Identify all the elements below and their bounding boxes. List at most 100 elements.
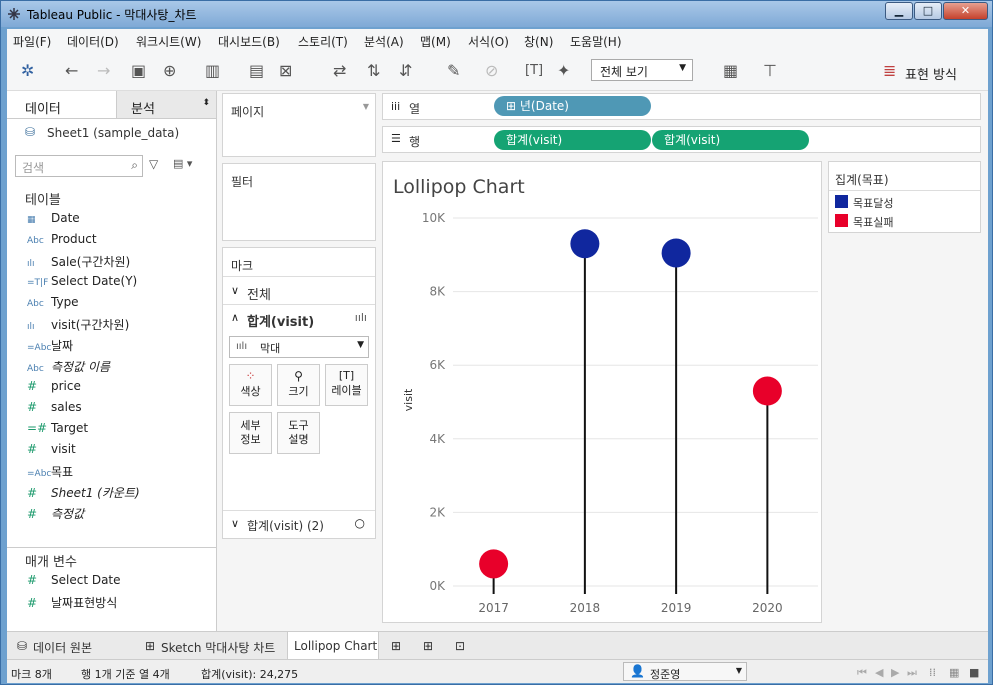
menu-worksheet[interactable]: 워크시트(W) — [136, 33, 201, 50]
legend-item-label[interactable]: 목표실패 — [853, 214, 893, 230]
tab-view-icon[interactable]: ■ — [969, 666, 979, 679]
field-type-icon: # — [27, 486, 38, 500]
size-button[interactable]: ⚲ 크기 — [277, 364, 320, 406]
filter-icon[interactable]: ▽ — [149, 157, 158, 171]
clear-sheet-icon[interactable]: ⊠ — [279, 61, 292, 80]
tab-analysis[interactable]: 분석 ⬍ — [117, 91, 216, 119]
new-dashboard-icon[interactable]: ⊞ — [423, 639, 433, 653]
field-item[interactable]: # sales — [27, 400, 82, 414]
chevron-down-icon[interactable]: ∨ — [231, 284, 239, 297]
menu-analysis[interactable]: 분석(A) — [364, 33, 404, 50]
marks-all-tab[interactable]: 전체 — [247, 284, 271, 303]
show-me-label[interactable]: 표현 방식 — [905, 64, 957, 83]
view-fit-value: 전체 보기 — [600, 65, 648, 79]
sort-asc-icon[interactable]: ⇅ — [367, 61, 380, 80]
field-item[interactable]: # visit — [27, 442, 76, 456]
user-select[interactable]: 👤 정준영 ▼ — [623, 662, 747, 681]
sheet-tab-lollipop[interactable]: Lollipop Chart — [287, 632, 379, 660]
redo-icon[interactable]: → — [97, 61, 110, 80]
sum-visit-pill-2[interactable]: 합계(visit) — [652, 130, 809, 150]
menu-help[interactable]: 도움말(H) — [570, 33, 622, 50]
save-icon[interactable]: ▣ — [131, 61, 146, 80]
year-date-pill[interactable]: ⊞ 년(Date) — [494, 96, 651, 116]
menu-map[interactable]: 맵(M) — [420, 33, 451, 50]
datasource-tab[interactable]: 데이터 원본 — [33, 639, 92, 656]
view-options-icon[interactable]: ▤ ▾ — [173, 157, 192, 170]
field-item[interactable]: =Abc목표 — [27, 463, 73, 480]
chevron-down-icon[interactable]: ∨ — [231, 517, 239, 530]
tooltip-button[interactable]: 도구 설명 — [277, 412, 320, 454]
detail-button[interactable]: 세부 정보 — [229, 412, 272, 454]
parameter-item[interactable]: # 날짜표현방식 — [27, 594, 117, 611]
next-page-icon[interactable]: ▶ — [891, 666, 899, 679]
mark-type-select[interactable]: ıılı 막대 ▼ — [229, 336, 369, 358]
field-type-icon: ılı — [27, 322, 35, 332]
highlight-icon[interactable]: ✎ — [447, 61, 460, 80]
search-input[interactable]: 검색 ⌕ — [15, 155, 143, 177]
field-item[interactable]: =T|F Select Date(Y) — [27, 274, 137, 288]
sheet-tab-sketch[interactable]: Sketch 막대사탕 차트 — [161, 639, 275, 656]
show-labels-icon[interactable]: [T] — [525, 63, 543, 78]
legend-item-label[interactable]: 목표달성 — [853, 195, 893, 211]
field-item[interactable]: Abc Type — [27, 295, 79, 309]
field-name: 측정값 — [51, 507, 85, 521]
menu-window[interactable]: 창(N) — [524, 33, 553, 50]
field-item[interactable]: =Abc날짜 — [27, 337, 73, 354]
close-button[interactable]: ✕ — [943, 2, 988, 20]
grid-view-icon[interactable]: ⁞⁞ — [929, 666, 936, 679]
new-worksheet-icon[interactable]: ▥ — [205, 61, 220, 80]
view-fit-select[interactable]: 전체 보기 ▼ — [591, 59, 693, 81]
maximize-button[interactable]: □ — [914, 2, 942, 20]
field-item[interactable]: # 측정값 — [27, 505, 84, 522]
field-item[interactable]: ılı Sale(구간차원) — [27, 253, 130, 270]
duplicate-sheet-icon[interactable]: ▤ — [249, 61, 264, 80]
menu-data[interactable]: 데이터(D) — [67, 33, 119, 50]
menu-format[interactable]: 서식(O) — [468, 33, 509, 50]
minimize-button[interactable]: ▁ — [885, 2, 913, 20]
label-button[interactable]: [T] 레이블 — [325, 364, 368, 406]
tab-data[interactable]: 데이터 — [7, 91, 117, 119]
show-cards-icon[interactable]: ▦ — [723, 61, 738, 80]
marks-visit-tab[interactable]: 합계(visit) — [247, 311, 314, 330]
field-item[interactable]: Abc Product — [27, 232, 97, 246]
field-item[interactable]: =# Target — [27, 421, 88, 435]
chevron-up-icon[interactable]: ∧ — [231, 311, 239, 324]
field-type-icon: ılı — [27, 259, 35, 269]
user-name: 정준영 — [650, 668, 681, 681]
first-page-icon[interactable]: ⏮ — [857, 666, 867, 680]
columns-shelf[interactable]: iii 열 ⊞ 년(Date) — [382, 93, 981, 120]
group-icon[interactable]: ⊘ — [485, 61, 498, 80]
datasource-name[interactable]: Sheet1 (sample_data) — [47, 126, 179, 140]
prev-page-icon[interactable]: ◀ — [875, 666, 883, 679]
field-item[interactable]: # price — [27, 379, 81, 393]
rows-shelf[interactable]: ☰ 행 합계(visit) 합계(visit) — [382, 126, 981, 153]
undo-icon[interactable]: ← — [65, 61, 78, 80]
last-page-icon[interactable]: ⏭ — [907, 666, 917, 680]
pages-menu-icon[interactable]: ▼ — [363, 102, 369, 111]
search-icon: ⌕ — [131, 158, 138, 172]
swap-icon[interactable]: ⇄ — [333, 61, 346, 80]
pages-card[interactable]: 페이지 ▼ — [222, 93, 376, 157]
pin-icon[interactable]: ✦ — [557, 61, 570, 80]
marks-visit2-tab[interactable]: 합계(visit) (2) — [247, 517, 324, 534]
field-item[interactable]: ılı visit(구간차원) — [27, 316, 129, 333]
filmstrip-icon[interactable]: ▦ — [949, 666, 959, 679]
sum-visit-pill-1[interactable]: 합계(visit) — [494, 130, 651, 150]
color-button[interactable]: ⁘ 색상 — [229, 364, 272, 406]
field-item[interactable]: Abc 측정값 이름 — [27, 358, 110, 375]
status-bar: 마크 8개 행 1개 기준 열 4개 합계(visit): 24,275 👤 정… — [7, 659, 988, 683]
tableau-home-icon[interactable]: ✲ — [21, 61, 34, 80]
filters-card[interactable]: 필터 — [222, 163, 376, 241]
new-datasource-icon[interactable]: ⊕ — [163, 61, 176, 80]
sort-desc-icon[interactable]: ⇵ — [399, 61, 412, 80]
new-worksheet-icon[interactable]: ⊞ — [391, 639, 401, 653]
presentation-mode-icon[interactable]: ⊤ — [763, 61, 777, 80]
field-item[interactable]: # Sheet1 (카운트) — [27, 484, 140, 501]
show-me-icon[interactable]: ≣ — [883, 61, 896, 80]
menu-file[interactable]: 파일(F) — [13, 33, 51, 50]
field-item[interactable]: ▦ Date — [27, 211, 80, 225]
new-story-icon[interactable]: ⊡ — [455, 639, 465, 653]
parameter-item[interactable]: # Select Date — [27, 573, 121, 587]
menu-dashboard[interactable]: 대시보드(B) — [218, 33, 280, 50]
menu-story[interactable]: 스토리(T) — [298, 33, 348, 50]
